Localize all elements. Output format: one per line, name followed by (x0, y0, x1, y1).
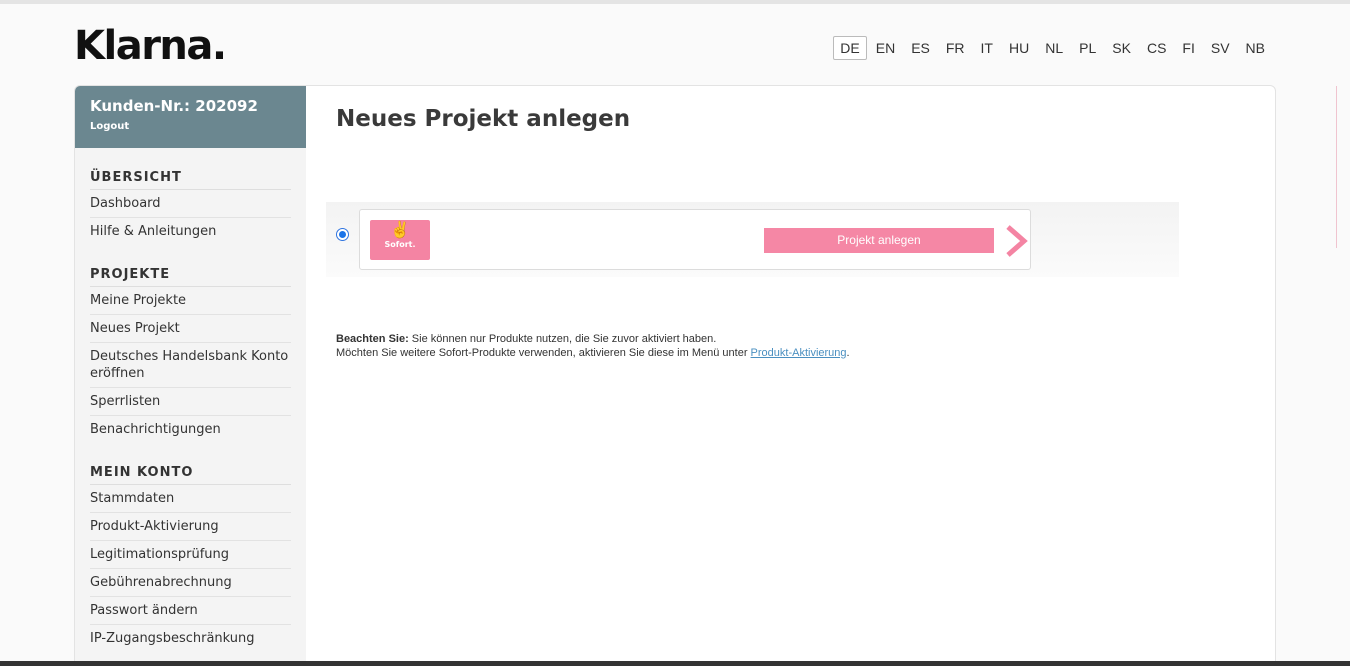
top-border (0, 0, 1350, 4)
content-card: Kunden-Nr.: 202092 Logout ÜBERSICHT Dashb… (74, 85, 1276, 666)
lang-nb[interactable]: NB (1239, 36, 1272, 60)
sidebar-item[interactable]: Gebührenabrechnung (90, 569, 291, 597)
lang-de[interactable]: DE (833, 36, 867, 60)
sidebar-item[interactable]: Dashboard (90, 190, 291, 218)
sidebar-item[interactable]: Stammdaten (90, 485, 291, 513)
create-project-button[interactable]: Projekt anlegen (764, 228, 994, 253)
sidebar-section: PROJEKTE Meine Projekte Neues Projekt Deuts… (75, 245, 306, 443)
sidebar-section: MEIN KONTO Stammdaten Produkt-Aktivierung L… (75, 443, 306, 652)
lang-pl[interactable]: PL (1072, 36, 1103, 60)
sidebar-item[interactable]: Passwort ändern (90, 597, 291, 625)
header: Klarna. DE EN ES FR IT HU NL PL SK CS FI SV NB (74, 24, 1276, 72)
sidebar-item[interactable]: Sperrlisten (90, 388, 291, 416)
sidebar-section-title: MEIN KONTO (90, 443, 291, 485)
note-label: Beachten Sie: (336, 333, 409, 345)
chevron-right-icon[interactable] (1002, 223, 1032, 259)
sidebar-item[interactable]: Hilfe & Anleitungen (90, 218, 291, 245)
page-title: Neues Projekt anlegen (336, 106, 631, 132)
sidebar-item[interactable]: Deutsches Handelsbank Konto eröffnen (90, 343, 291, 388)
klarna-logo[interactable]: Klarna. (74, 24, 227, 68)
product-radio[interactable] (336, 228, 349, 241)
sidebar-item[interactable]: Produkt-Aktivierung (90, 513, 291, 541)
main-content: Neues Projekt anlegen ✌ Sofort. Projekt … (306, 86, 1275, 666)
lang-en[interactable]: EN (869, 36, 902, 60)
product-activation-link[interactable]: Produkt-Aktivierung (751, 347, 847, 359)
customer-number: Kunden-Nr.: 202092 (90, 97, 258, 115)
lang-fi[interactable]: FI (1175, 36, 1201, 60)
victory-hand-icon: ✌ (390, 222, 410, 239)
note-line1: Sie können nur Produkte nutzen, die Sie … (408, 333, 717, 345)
lang-it[interactable]: IT (974, 36, 1000, 60)
side-decoration (1336, 86, 1350, 248)
lang-hu[interactable]: HU (1002, 36, 1036, 60)
sidebar-item[interactable]: Neues Projekt (90, 315, 291, 343)
language-switcher: DE EN ES FR IT HU NL PL SK CS FI SV NB (831, 36, 1272, 60)
sidebar-section: ÜBERSICHT Dashboard Hilfe & Anleitungen (75, 148, 306, 245)
lang-sv[interactable]: SV (1204, 36, 1237, 60)
note-end: . (846, 347, 850, 359)
product-row: ✌ Sofort. Projekt anlegen (326, 202, 1179, 277)
lang-nl[interactable]: NL (1038, 36, 1070, 60)
lang-es[interactable]: ES (904, 36, 937, 60)
sofort-logo-text: Sofort. (384, 240, 416, 249)
sidebar-section-title: PROJEKTE (90, 245, 291, 287)
product-box[interactable]: ✌ Sofort. Projekt anlegen (359, 209, 1031, 270)
sidebar-item[interactable]: IP-Zugangsbeschränkung (90, 625, 291, 652)
lang-sk[interactable]: SK (1105, 36, 1138, 60)
sidebar-item[interactable]: Meine Projekte (90, 287, 291, 315)
sidebar-section-title: ÜBERSICHT (90, 148, 291, 190)
logout-link[interactable]: Logout (90, 121, 129, 132)
lang-fr[interactable]: FR (939, 36, 972, 60)
sidebar-item[interactable]: Legitimationsprüfung (90, 541, 291, 569)
lang-cs[interactable]: CS (1140, 36, 1173, 60)
bottom-bar (0, 661, 1350, 666)
info-note: Beachten Sie: Sie können nur Produkte nu… (336, 332, 850, 360)
sofort-logo: ✌ Sofort. (370, 220, 430, 260)
sidebar: Kunden-Nr.: 202092 Logout ÜBERSICHT Dashb… (75, 86, 306, 666)
sidebar-item[interactable]: Benachrichtigungen (90, 416, 291, 443)
note-line2: Möchten Sie weitere Sofort-Produkte verw… (336, 347, 751, 359)
account-panel: Kunden-Nr.: 202092 Logout (75, 86, 306, 148)
